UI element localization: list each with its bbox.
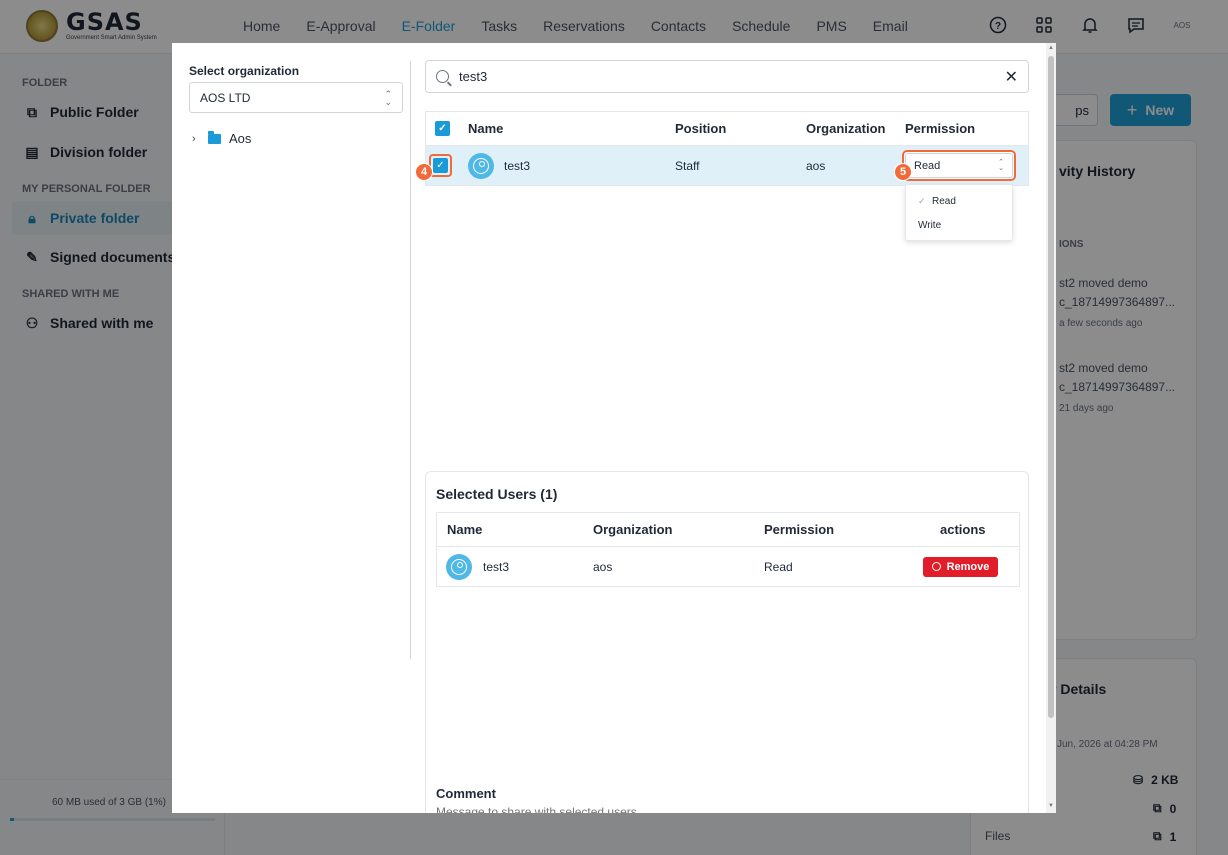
select-organization-label: Select organization <box>189 64 300 78</box>
permission-option-label: Write <box>918 220 942 231</box>
table-row: test3 aos Read Remove <box>437 546 1019 586</box>
selected-table-header: Name Organization Permission actions <box>437 513 1019 546</box>
remove-button-label: Remove <box>946 560 990 573</box>
chevron-up-down-icon: ⌃ ⌄ <box>384 88 392 107</box>
column-organization: Organization <box>806 121 886 136</box>
column-permission: Permission <box>905 121 976 136</box>
search-icon <box>436 70 449 83</box>
comment-input[interactable] <box>436 805 836 813</box>
permission-select-value: Read <box>914 159 941 172</box>
table-row[interactable]: ✓ test3 Staff aos Read ⌃ ⌄ <box>426 145 1028 185</box>
remove-button-wrapper: Remove <box>923 547 998 586</box>
permission-option-read[interactable]: ✓ Read <box>918 196 956 207</box>
user-avatar <box>468 146 494 185</box>
scrollbar-thumb[interactable] <box>1048 56 1054 718</box>
select-all-checkbox[interactable]: ✓ <box>435 112 450 145</box>
column-position: Position <box>675 121 727 136</box>
user-avatar <box>446 547 472 586</box>
user-search-box: ✕ <box>425 60 1029 93</box>
selected-users-title: Selected Users (1) <box>436 486 558 502</box>
folder-icon <box>208 130 221 144</box>
check-icon: ✓ <box>435 121 450 136</box>
selected-users-table: Name Organization Permission actions tes… <box>436 512 1020 587</box>
user-results-table: ✓ Name Position Organization Permission … <box>425 111 1029 186</box>
comment-label: Comment <box>436 786 496 801</box>
user-name: test3 <box>504 158 531 173</box>
scroll-down-arrow-icon[interactable]: ▼ <box>1048 803 1054 809</box>
user-table-header: ✓ Name Position Organization Permission <box>426 112 1028 145</box>
permission-select[interactable]: Read ⌃ ⌄ <box>905 153 1013 178</box>
selected-user-permission: Read <box>764 559 793 574</box>
user-search-input[interactable] <box>459 69 995 84</box>
scroll-up-arrow-icon[interactable]: ▲ <box>1048 45 1054 51</box>
org-tree-node-label: Aos <box>229 131 252 146</box>
user-position: Staff <box>675 158 700 173</box>
step-badge-4: 4 <box>415 163 433 181</box>
permission-select-wrapper: Read ⌃ ⌄ <box>902 146 1016 185</box>
column-permission: Permission <box>764 522 835 537</box>
modal-scrollbar[interactable]: ▲ ▼ <box>1046 43 1056 813</box>
permission-option-label: Read <box>932 196 956 207</box>
column-organization: Organization <box>593 522 673 537</box>
organization-select-value: AOS LTD <box>200 90 251 105</box>
column-name: Name <box>468 121 504 136</box>
selected-users-panel: Selected Users (1) Name Organization Per… <box>425 471 1029 813</box>
chevron-right-icon[interactable]: › <box>192 133 200 145</box>
share-folder-modal: Select organization AOS LTD ⌃⌄ › Aos ✕ ✓… <box>172 43 1056 813</box>
check-icon: ✓ <box>433 158 448 173</box>
remove-user-icon <box>931 562 941 571</box>
step-badge-5: 5 <box>894 163 912 181</box>
selected-user-name: test3 <box>483 559 510 574</box>
org-tree-node[interactable]: › Aos <box>192 130 252 146</box>
close-icon[interactable]: ✕ <box>1005 67 1018 87</box>
permission-dropdown-menu: ✓ Read Write <box>905 184 1013 241</box>
column-name: Name <box>447 522 483 537</box>
panel-divider <box>410 61 411 659</box>
organization-select[interactable]: AOS LTD ⌃ ⌄ <box>189 82 403 113</box>
column-actions: actions <box>940 522 986 537</box>
chevron-up-down-icon: ⌃ ⌄ <box>998 158 1004 172</box>
remove-button[interactable]: Remove <box>923 556 998 577</box>
permission-option-write[interactable]: Write <box>918 220 941 231</box>
check-icon: ✓ <box>918 196 926 206</box>
row-checkbox[interactable]: ✓ <box>429 146 452 185</box>
user-organization: aos <box>806 158 826 173</box>
selected-user-organization: aos <box>593 559 613 574</box>
